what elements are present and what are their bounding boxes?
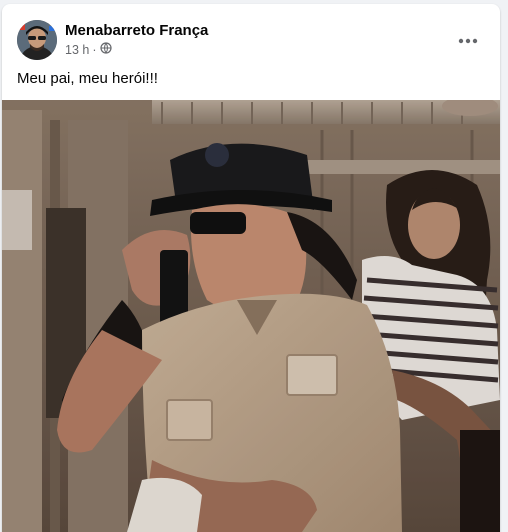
post-photo[interactable] <box>2 100 500 532</box>
globe-icon[interactable] <box>99 42 112 57</box>
post-card: Menabarreto França 13 h · Meu pai, meu h… <box>2 4 500 532</box>
meta-separator: · <box>92 42 97 57</box>
post-meta: 13 h · <box>65 42 112 57</box>
more-options-icon[interactable] <box>450 26 486 56</box>
post-caption: Meu pai, meu herói!!! <box>17 70 158 87</box>
author-name[interactable]: Menabarreto França <box>65 22 208 39</box>
post-time[interactable]: 13 h <box>65 43 89 57</box>
post-header: Menabarreto França 13 h · <box>2 4 500 64</box>
author-avatar[interactable] <box>17 20 57 60</box>
